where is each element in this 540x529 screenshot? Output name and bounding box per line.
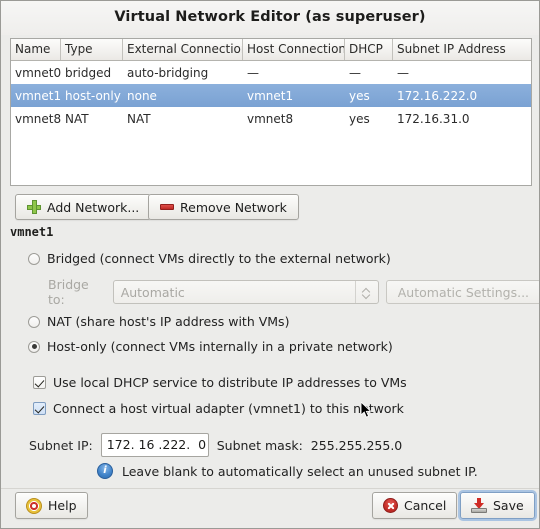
- cell-subnet-ip: —: [397, 65, 409, 80]
- page-title: Virtual Network Editor (as superuser): [114, 9, 426, 25]
- close-circle-icon: [383, 498, 398, 513]
- table-header-row: Name Type External Connection Host Conne…: [11, 39, 531, 61]
- radio-bridged-indicator[interactable]: [28, 252, 40, 265]
- checkbox-dhcp-indicator[interactable]: [33, 376, 46, 389]
- cell-type: bridged: [65, 65, 112, 80]
- cell-external-connection: NAT: [127, 111, 151, 126]
- save-label: Save: [493, 498, 524, 513]
- bridge-to-dropdown[interactable]: Automatic: [112, 280, 379, 304]
- cell-subnet-ip: 172.16.31.0: [397, 111, 470, 126]
- table-body: vmnet0 bridged auto-bridging — — — vmnet…: [11, 61, 531, 130]
- save-button[interactable]: Save: [460, 492, 535, 519]
- column-header-type[interactable]: Type: [61, 39, 123, 60]
- cell-dhcp: —: [349, 65, 361, 80]
- radio-host-only-label: Host-only (connect VMs internally in a p…: [47, 339, 393, 354]
- cell-external-connection: none: [127, 88, 157, 103]
- minus-icon: [160, 204, 174, 210]
- remove-network-label: Remove Network: [180, 199, 287, 215]
- table-row[interactable]: vmnet0 bridged auto-bridging — — —: [11, 61, 531, 84]
- radio-option-bridged[interactable]: Bridged (connect VMs directly to the ext…: [28, 251, 391, 266]
- radio-option-nat[interactable]: NAT (share host's IP address with VMs): [28, 314, 289, 329]
- cell-host-connection: vmnet1: [247, 88, 294, 103]
- checkbox-adapter-indicator[interactable]: [33, 402, 46, 415]
- table-row[interactable]: vmnet8 NAT NAT vmnet8 yes 172.16.31.0: [11, 107, 531, 130]
- cell-external-connection: auto-bridging: [127, 65, 209, 80]
- column-header-name[interactable]: Name: [11, 39, 61, 60]
- subnet-hint-text: Leave blank to automatically select an u…: [122, 463, 478, 479]
- subnet-mask-label: Subnet mask:: [216, 437, 303, 453]
- cell-type: NAT: [65, 111, 89, 126]
- cell-subnet-ip: 172.16.222.0: [397, 88, 478, 103]
- column-header-host-connection[interactable]: Host Connection: [243, 39, 345, 60]
- cell-dhcp: yes: [349, 111, 370, 126]
- subnet-ip-input[interactable]: 172. 16 .222. 0: [100, 433, 209, 457]
- bridge-to-label: Bridge to:: [48, 277, 89, 307]
- checkbox-use-local-dhcp[interactable]: Use local DHCP service to distribute IP …: [33, 375, 407, 390]
- plus-icon: [27, 200, 41, 214]
- info-icon: i: [97, 463, 113, 479]
- radio-host-only-indicator[interactable]: [28, 340, 40, 353]
- automatic-settings-label: Automatic Settings...: [397, 284, 530, 300]
- cell-type: host-only: [65, 88, 121, 103]
- chevron-updown-icon[interactable]: [354, 281, 378, 303]
- subnet-hint: i Leave blank to automatically select an…: [97, 463, 478, 479]
- subnet-row: Subnet IP: 172. 16 .222. 0 Subnet mask: …: [29, 433, 402, 457]
- radio-option-host-only[interactable]: Host-only (connect VMs internally in a p…: [28, 339, 393, 354]
- help-label: Help: [48, 498, 77, 513]
- footer-divider: [1, 488, 539, 489]
- cell-name: vmnet8: [15, 111, 61, 126]
- cell-name: vmnet1: [15, 88, 61, 103]
- radio-nat-indicator[interactable]: [28, 315, 40, 328]
- checkbox-connect-host-adapter[interactable]: Connect a host virtual adapter (vmnet1) …: [33, 401, 404, 416]
- cancel-label: Cancel: [404, 498, 447, 513]
- add-network-button[interactable]: Add Network...: [15, 194, 152, 220]
- network-list[interactable]: Name Type External Connection Host Conne…: [10, 38, 532, 186]
- save-arrow-icon: [471, 498, 487, 513]
- bridge-to-row: Bridge to: Automatic Automatic Settings.…: [48, 277, 539, 307]
- column-header-dhcp[interactable]: DHCP: [345, 39, 393, 60]
- remove-network-button[interactable]: Remove Network: [148, 194, 299, 220]
- column-header-external-connection[interactable]: External Connection: [123, 39, 243, 60]
- checkbox-dhcp-label: Use local DHCP service to distribute IP …: [53, 375, 407, 390]
- radio-bridged-label: Bridged (connect VMs directly to the ext…: [47, 251, 391, 266]
- table-row-selected[interactable]: vmnet1 host-only none vmnet1 yes 172.16.…: [11, 84, 531, 107]
- cell-dhcp: yes: [349, 88, 370, 103]
- help-button[interactable]: Help: [15, 492, 88, 519]
- cell-host-connection: —: [247, 65, 259, 80]
- radio-nat-label: NAT (share host's IP address with VMs): [47, 314, 290, 329]
- lifebuoy-icon: [26, 497, 42, 514]
- cell-name: vmnet0: [15, 65, 61, 80]
- cell-host-connection: vmnet8: [247, 111, 294, 126]
- bridge-to-value: Automatic: [120, 284, 185, 300]
- selected-network-label: vmnet1: [10, 225, 54, 239]
- subnet-mask-value: 255.255.255.0: [310, 437, 403, 453]
- column-header-subnet-ip-address[interactable]: Subnet IP Address: [393, 39, 531, 60]
- checkbox-adapter-label: Connect a host virtual adapter (vmnet1) …: [53, 401, 404, 416]
- subnet-ip-label: Subnet IP:: [29, 437, 93, 453]
- virtual-network-editor-window: Virtual Network Editor (as superuser) Na…: [0, 0, 540, 529]
- automatic-settings-button[interactable]: Automatic Settings...: [385, 280, 539, 304]
- cancel-button[interactable]: Cancel: [372, 492, 458, 519]
- add-network-label: Add Network...: [47, 199, 140, 215]
